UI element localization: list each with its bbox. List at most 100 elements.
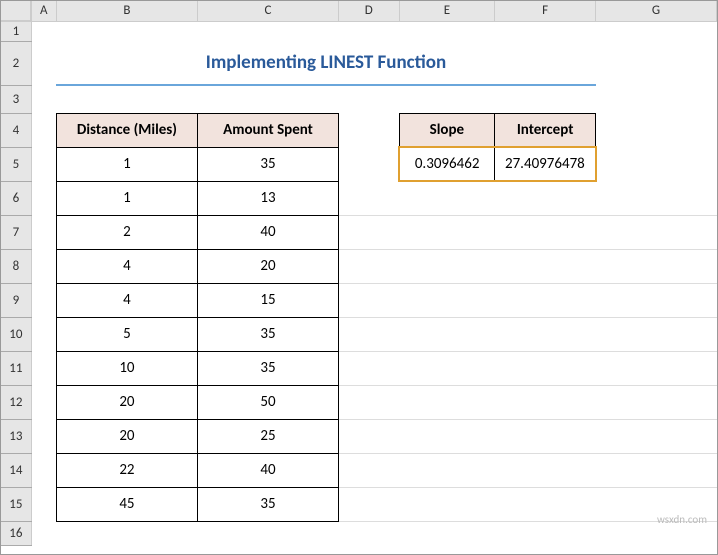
cell[interactable] [31, 317, 56, 351]
cell-amount[interactable]: 15 [197, 283, 338, 317]
cell[interactable] [596, 215, 717, 249]
cell-distance[interactable]: 2 [56, 215, 197, 249]
cell[interactable] [31, 181, 56, 215]
select-all-corner[interactable] [1, 1, 31, 21]
col-B[interactable]: B [56, 1, 197, 21]
cell-slope-value[interactable]: 0.3096462 [399, 147, 495, 181]
cell[interactable] [495, 215, 596, 249]
cell[interactable] [339, 181, 399, 215]
cell[interactable] [596, 419, 717, 453]
cell-amount[interactable]: 13 [197, 181, 338, 215]
cell[interactable] [399, 419, 495, 453]
cell[interactable] [339, 317, 399, 351]
cell[interactable] [31, 85, 716, 113]
header-amount[interactable]: Amount Spent [197, 113, 338, 147]
cell-distance[interactable]: 10 [56, 351, 197, 385]
row-5[interactable]: 5 [1, 147, 31, 181]
cell[interactable] [399, 249, 495, 283]
header-intercept[interactable]: Intercept [495, 113, 596, 147]
row-4[interactable]: 4 [1, 113, 31, 147]
cell[interactable] [495, 419, 596, 453]
cell[interactable] [596, 283, 717, 317]
cell[interactable] [399, 317, 495, 351]
cell-distance[interactable]: 4 [56, 283, 197, 317]
cell[interactable] [31, 419, 56, 453]
cell[interactable] [596, 181, 717, 215]
cell-amount[interactable]: 40 [197, 453, 338, 487]
col-D[interactable]: D [339, 1, 399, 21]
row-6[interactable]: 6 [1, 181, 31, 215]
col-F[interactable]: F [495, 1, 596, 21]
cell[interactable] [495, 351, 596, 385]
cell[interactable] [596, 113, 717, 147]
cell[interactable] [596, 147, 717, 181]
cell[interactable] [399, 385, 495, 419]
row-15[interactable]: 15 [1, 487, 31, 521]
cell-distance[interactable]: 4 [56, 249, 197, 283]
cell[interactable] [339, 113, 399, 147]
cell[interactable] [495, 283, 596, 317]
cell-amount[interactable]: 35 [197, 147, 338, 181]
cell[interactable] [495, 487, 596, 521]
row-2[interactable]: 2 [1, 41, 31, 85]
cell[interactable] [31, 487, 56, 521]
cell[interactable] [495, 181, 596, 215]
cell-distance[interactable]: 45 [56, 487, 197, 521]
cell[interactable] [339, 283, 399, 317]
row-13[interactable]: 13 [1, 419, 31, 453]
cell[interactable] [596, 453, 717, 487]
cell-amount[interactable]: 50 [197, 385, 338, 419]
row-10[interactable]: 10 [1, 317, 31, 351]
row-8[interactable]: 8 [1, 249, 31, 283]
cell[interactable] [596, 317, 717, 351]
cell-distance[interactable]: 5 [56, 317, 197, 351]
cell[interactable] [495, 317, 596, 351]
col-C[interactable]: C [197, 1, 338, 21]
cell[interactable] [339, 351, 399, 385]
cell[interactable] [31, 351, 56, 385]
row-3[interactable]: 3 [1, 85, 31, 113]
cell[interactable] [339, 419, 399, 453]
cell[interactable] [339, 215, 399, 249]
header-distance[interactable]: Distance (Miles) [56, 113, 197, 147]
cell[interactable] [495, 249, 596, 283]
cell[interactable] [596, 249, 717, 283]
cell-amount[interactable]: 35 [197, 317, 338, 351]
cell-distance[interactable]: 1 [56, 147, 197, 181]
cell[interactable] [399, 351, 495, 385]
cell-distance[interactable]: 1 [56, 181, 197, 215]
cell[interactable] [31, 385, 56, 419]
cell[interactable] [31, 113, 56, 147]
cell-amount[interactable]: 40 [197, 215, 338, 249]
cell[interactable] [31, 21, 716, 41]
cell-amount[interactable]: 25 [197, 419, 338, 453]
cell[interactable] [596, 41, 717, 85]
cell[interactable] [31, 521, 716, 545]
header-slope[interactable]: Slope [399, 113, 495, 147]
cell[interactable] [495, 385, 596, 419]
col-G[interactable]: G [596, 1, 717, 21]
cell[interactable] [339, 249, 399, 283]
cell-amount[interactable]: 35 [197, 487, 338, 521]
cell-distance[interactable]: 20 [56, 419, 197, 453]
col-A[interactable]: A [31, 1, 56, 21]
cell[interactable] [339, 453, 399, 487]
cell[interactable] [339, 147, 399, 181]
row-11[interactable]: 11 [1, 351, 31, 385]
row-12[interactable]: 12 [1, 385, 31, 419]
cell[interactable] [596, 385, 717, 419]
cell[interactable] [31, 283, 56, 317]
cell-amount[interactable]: 20 [197, 249, 338, 283]
row-16[interactable]: 16 [1, 521, 31, 545]
cell-intercept-value[interactable]: 27.40976478 [495, 147, 596, 181]
cell[interactable] [399, 215, 495, 249]
title[interactable]: Implementing LINEST Function [56, 41, 595, 85]
row-7[interactable]: 7 [1, 215, 31, 249]
row-1[interactable]: 1 [1, 21, 31, 41]
cell[interactable] [339, 487, 399, 521]
cell[interactable] [31, 453, 56, 487]
cell[interactable] [31, 249, 56, 283]
cell-amount[interactable]: 35 [197, 351, 338, 385]
cell[interactable] [495, 453, 596, 487]
row-9[interactable]: 9 [1, 283, 31, 317]
